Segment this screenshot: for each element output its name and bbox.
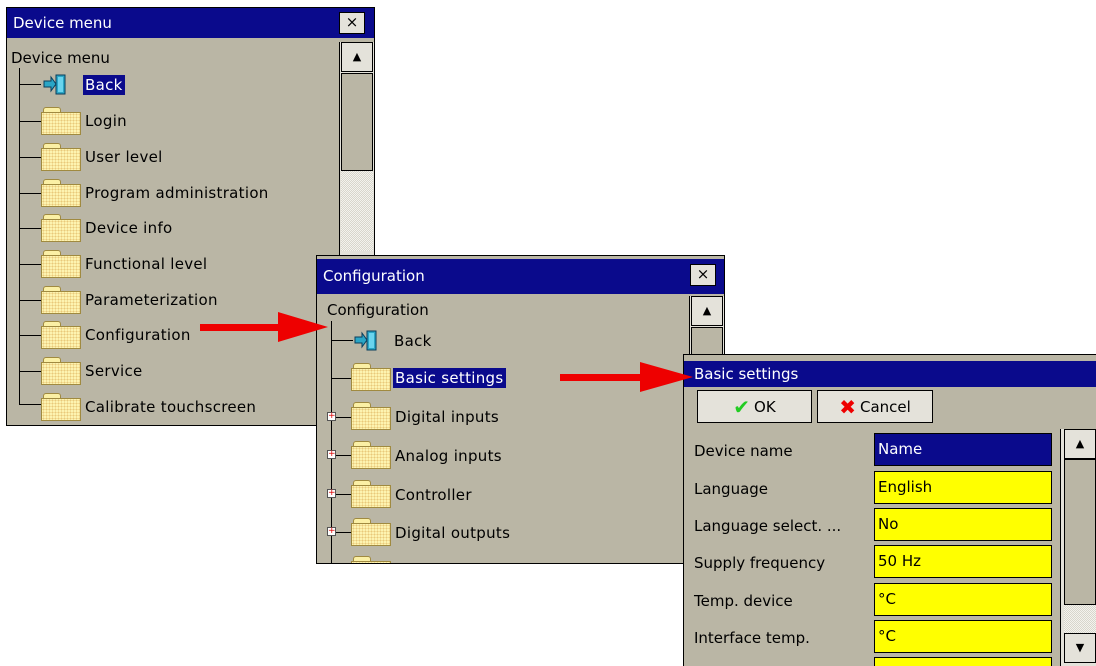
tree-root-label: Device menu (11, 49, 110, 67)
field-label: Device name (694, 442, 793, 460)
window-title: Device menu (13, 14, 112, 32)
language-field[interactable]: English (874, 471, 1052, 504)
tree-item-label: Program administration (85, 184, 269, 202)
scroll-up-button[interactable]: ▲ (1064, 429, 1096, 459)
field-label: Supply frequency (694, 554, 826, 572)
scroll-thumb[interactable] (1064, 459, 1096, 605)
tree-branch (19, 228, 41, 229)
triangle-down-icon: ▼ (1075, 641, 1085, 654)
tree-branch (19, 157, 41, 158)
scroll-track[interactable] (341, 171, 373, 251)
next-field-partial[interactable] (874, 657, 1052, 666)
expand-plus-icon[interactable]: + (327, 412, 336, 421)
expand-plus-icon[interactable]: + (327, 489, 336, 498)
field-label: Temp. device (694, 592, 793, 610)
temp-device-field[interactable]: °C (874, 583, 1052, 616)
tree-item-label: Digital inputs (395, 408, 500, 426)
tree-item-back[interactable]: Back (83, 75, 125, 95)
tree-branch (19, 335, 41, 336)
folder-icon (41, 179, 81, 207)
tree-branch (331, 340, 353, 341)
tree-item-label: Functional level (85, 255, 208, 273)
exit-door-icon (354, 330, 377, 351)
window-title: Basic settings (694, 365, 799, 383)
tree-line (19, 68, 20, 404)
tree-branch (19, 300, 41, 301)
field-label: Language (694, 480, 769, 498)
tree-branch (19, 264, 41, 265)
tree-item-label: User level (85, 148, 163, 166)
exit-door-icon (43, 74, 66, 95)
close-icon: × (345, 13, 359, 31)
tree-item-label: Analog inputs (395, 447, 502, 465)
scrollbar[interactable]: ▲ ▼ (1060, 429, 1096, 666)
tree-branch (19, 84, 41, 85)
checkmark-icon: ✔ (733, 394, 751, 419)
folder-icon (41, 321, 81, 349)
scroll-down-button[interactable]: ▼ (1064, 633, 1096, 663)
tree-item-label: Basic settings (393, 368, 506, 388)
red-arrow-icon (200, 312, 328, 342)
field-label: Interface temp. (694, 629, 810, 647)
folder-icon (351, 518, 391, 546)
triangle-up-icon: ▲ (352, 50, 362, 63)
cancel-label: Cancel (859, 397, 911, 416)
supply-frequency-field[interactable]: 50 Hz (874, 545, 1052, 578)
folder-icon (351, 480, 391, 508)
folder-icon (41, 143, 81, 171)
expand-plus-icon[interactable]: + (327, 527, 336, 536)
folder-icon (41, 250, 81, 278)
cross-icon: ✖ (839, 394, 856, 419)
close-icon: × (696, 265, 710, 283)
tree-branch (19, 404, 41, 405)
tree-item-label: Calibrate touchscreen (85, 398, 257, 416)
ok-label: OK (754, 397, 776, 416)
tree-branch (19, 371, 41, 372)
field-label: Language select. ... (694, 517, 842, 535)
expand-plus-icon[interactable]: + (327, 450, 336, 459)
tree-item-label: Service (85, 362, 143, 380)
folder-icon (41, 107, 81, 135)
basic-settings-titlebar[interactable]: Basic settings (684, 361, 1096, 387)
tree-item-label: Digital outputs (395, 524, 511, 542)
scroll-track[interactable] (1064, 605, 1096, 635)
folder-icon (41, 393, 81, 421)
scroll-up-button[interactable]: ▲ (341, 42, 373, 72)
basic-settings-window: Basic settings ✔ OK ✖ Cancel Device name… (683, 354, 1096, 666)
tree-item-label: Login (85, 112, 127, 130)
folder-icon (351, 441, 391, 469)
triangle-up-icon: ▲ (1075, 437, 1085, 450)
folder-icon (351, 402, 391, 430)
ok-button[interactable]: ✔ OK (697, 390, 812, 423)
close-button[interactable]: × (339, 12, 365, 34)
tree-item-label: Parameterization (85, 291, 218, 309)
configuration-window: Configuration × Configuration Back Basic… (316, 255, 725, 564)
folder-icon (41, 286, 81, 314)
device-name-field[interactable]: Name (874, 433, 1052, 466)
tree-item-label: Configuration (85, 326, 191, 344)
tree-item-label: Controller (395, 486, 472, 504)
interface-temp-field[interactable]: °C (874, 620, 1052, 653)
folder-icon (351, 556, 391, 563)
window-title: Configuration (323, 267, 425, 285)
cancel-button[interactable]: ✖ Cancel (817, 390, 933, 423)
tree-branch (331, 378, 351, 379)
tree-root-label: Configuration (327, 301, 429, 319)
configuration-titlebar[interactable]: Configuration (317, 259, 724, 294)
device-menu-titlebar[interactable]: Device menu (7, 8, 374, 38)
tree-item-label: Device info (85, 219, 173, 237)
close-button[interactable]: × (690, 264, 716, 286)
language-select-field[interactable]: No (874, 508, 1052, 541)
scroll-up-button[interactable]: ▲ (691, 296, 723, 326)
scroll-thumb[interactable] (341, 73, 373, 171)
folder-icon (41, 357, 81, 385)
tree-branch (19, 121, 41, 122)
folder-icon (41, 214, 81, 242)
tree-item-back[interactable]: Back (394, 331, 432, 351)
tree-branch (19, 193, 41, 194)
red-arrow-icon (560, 362, 693, 392)
triangle-up-icon: ▲ (702, 304, 712, 317)
folder-icon (351, 363, 391, 391)
